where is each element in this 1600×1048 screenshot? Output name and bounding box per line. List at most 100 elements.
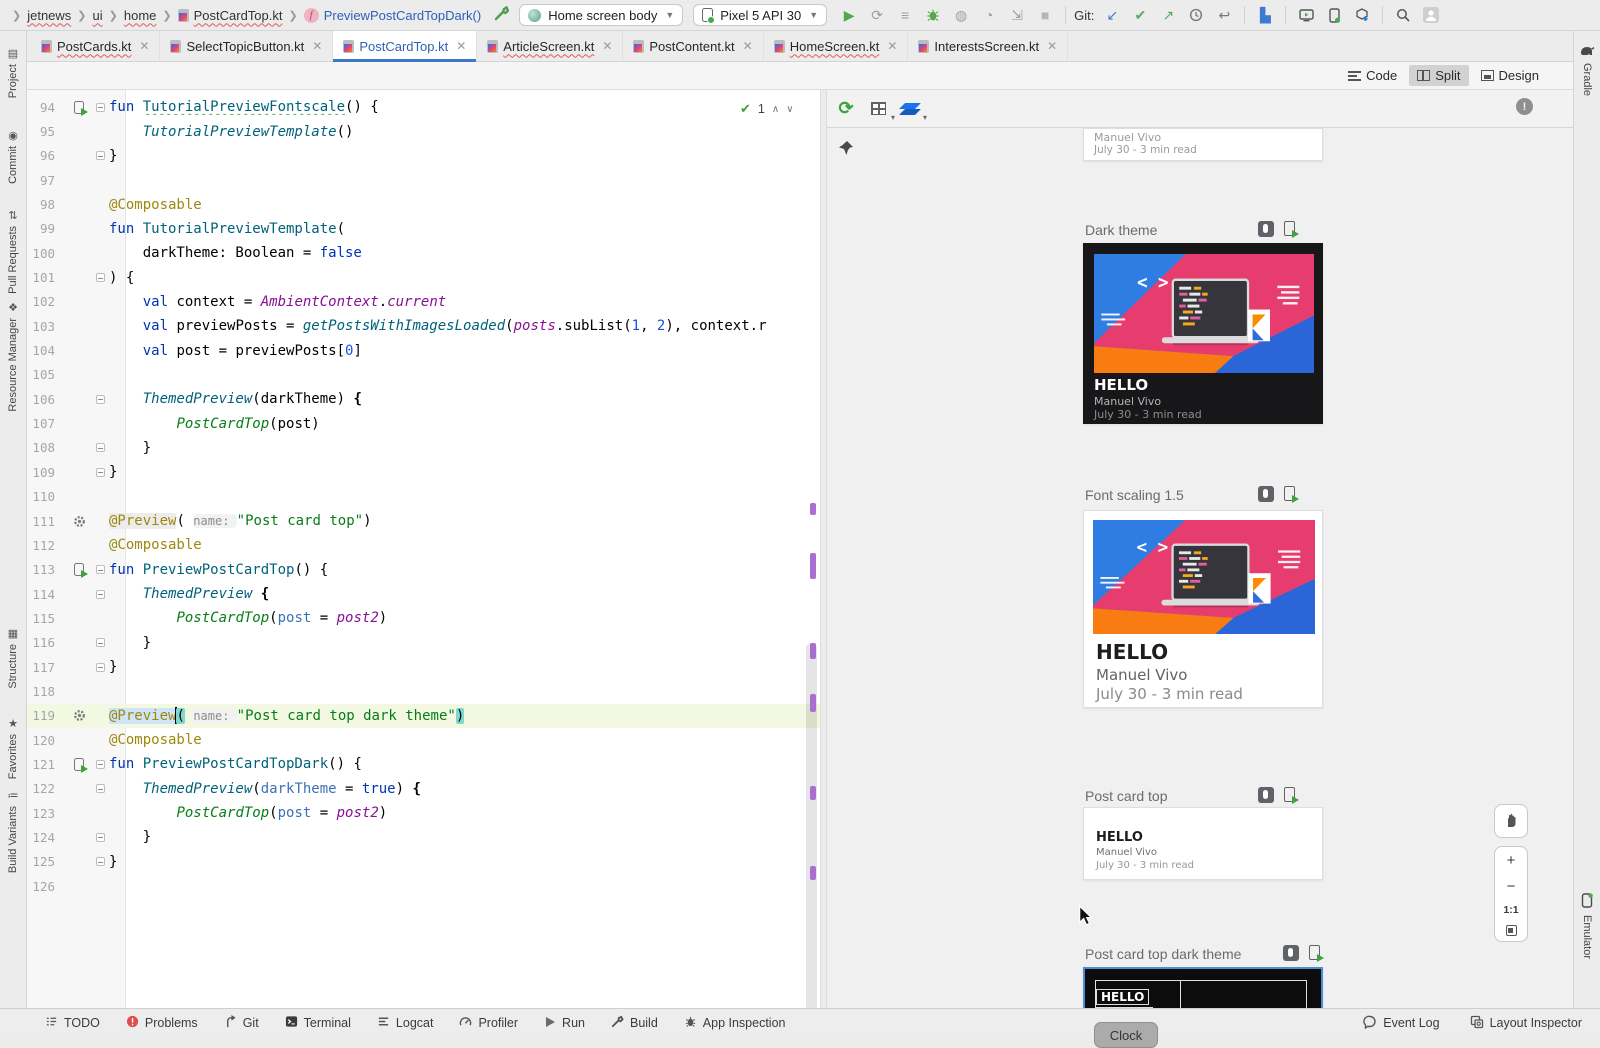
fold-marker[interactable] [96, 468, 105, 477]
close-icon[interactable]: ✕ [312, 39, 322, 53]
tab-postcardtop-kt[interactable]: PostCardTop.kt✕ [333, 31, 477, 61]
tool-window-button-build-variants[interactable]: ≔Build Variants [0, 791, 26, 873]
fold-marker[interactable] [96, 663, 105, 672]
close-icon[interactable]: ✕ [743, 39, 753, 53]
close-icon[interactable]: ✕ [456, 39, 466, 53]
status-bar-item-problems[interactable]: Problems [126, 1015, 198, 1031]
status-bar-item-todo[interactable]: TODO [45, 1015, 100, 1031]
fold-marker[interactable] [96, 857, 105, 866]
breadcrumb-item[interactable]: jetnews [27, 8, 71, 23]
compose-preview-panel[interactable]: ⟳ ! Manuel VivoJuly 30 - 3 min readDark … [827, 90, 1573, 1008]
tool-window-button-project[interactable]: ▤Project [0, 49, 26, 98]
search-everywhere-button[interactable] [1391, 4, 1415, 26]
tool-window-button-resource-manager[interactable]: ❖Resource Manager [0, 303, 26, 412]
fold-marker[interactable] [96, 638, 105, 647]
clock-button[interactable]: Clock [1094, 1022, 1158, 1048]
tool-window-button-commit[interactable]: ◉Commit [0, 131, 26, 184]
tool-window-button-favorites[interactable]: ★Favorites [0, 719, 26, 779]
attach-debugger-button[interactable]: ⇲ [1005, 4, 1029, 26]
fold-marker[interactable] [96, 443, 105, 452]
inspection-widget[interactable]: ✔ 1 ∧ ∨ [740, 101, 794, 117]
preview-issues-icon[interactable]: ! [1516, 98, 1533, 115]
fold-marker[interactable] [96, 833, 105, 842]
tool-window-button-structure[interactable]: ▦Structure [0, 629, 26, 689]
layers-icon[interactable] [899, 98, 921, 120]
fold-marker[interactable] [96, 784, 105, 793]
view-mode-design[interactable]: Design [1473, 65, 1547, 86]
preview-card-post-card-top[interactable]: HELLOManuel VivoJuly 30 - 3 min read [1083, 807, 1323, 880]
sdk-manager-button[interactable] [1350, 4, 1374, 26]
debug-button[interactable] [921, 4, 945, 26]
status-bar-item-terminal[interactable]: Terminal [285, 1015, 351, 1031]
preview-card-dark-theme[interactable]: < >HELLOManuel VivoJuly 30 - 3 min read [1083, 243, 1323, 424]
deploy-preview-icon[interactable] [1284, 221, 1295, 236]
tab-selecttopicbutton-kt[interactable]: SelectTopicButton.kt✕ [160, 31, 333, 61]
run-preview-gutter-icon[interactable] [74, 758, 84, 771]
push-button[interactable]: ↗ [1156, 4, 1180, 26]
fold-marker[interactable] [96, 103, 105, 112]
device-manager-button[interactable]: ▙ [1253, 4, 1277, 26]
fold-marker[interactable] [96, 395, 105, 404]
breadcrumb-item[interactable]: PostCardTop.kt [178, 8, 283, 23]
tab-postcontent-kt[interactable]: PostContent.kt✕ [623, 31, 763, 61]
device-dropdown[interactable]: Pixel 5 API 30 ▼ [693, 4, 827, 26]
close-icon[interactable]: ✕ [139, 39, 149, 53]
tool-window-button-emulator[interactable]: Emulator [1574, 893, 1600, 959]
status-bar-item-git[interactable]: Git [224, 1015, 259, 1031]
run-button[interactable]: ▶ [837, 4, 861, 26]
pan-tool-button[interactable] [1494, 804, 1528, 838]
apply-code-changes-button[interactable]: ≡ [893, 4, 917, 26]
update-project-button[interactable]: ↙ [1100, 4, 1124, 26]
history-button[interactable] [1184, 4, 1208, 26]
fold-marker[interactable] [96, 565, 105, 574]
preview-settings-gutter-icon[interactable] [73, 709, 86, 722]
tab-articlescreen-kt[interactable]: ArticleScreen.kt✕ [477, 31, 623, 61]
interactive-preview-icon[interactable] [1258, 486, 1274, 502]
fold-marker[interactable] [96, 590, 105, 599]
avd-manager-button[interactable] [1322, 4, 1346, 26]
deploy-preview-icon[interactable] [1309, 945, 1320, 960]
preview-card-partial[interactable]: Manuel VivoJuly 30 - 3 min read [1083, 128, 1323, 161]
grid-layout-icon[interactable] [867, 98, 889, 120]
running-devices-button[interactable] [1294, 4, 1318, 26]
next-issue-icon[interactable]: ∨ [786, 104, 793, 115]
commit-button[interactable]: ✔ [1128, 4, 1152, 26]
fold-marker[interactable] [96, 760, 105, 769]
breadcrumb[interactable]: ❯jetnews❯ui❯home❯PostCardTop.kt❯fPreview… [0, 8, 481, 23]
breadcrumb-item[interactable]: fPreviewPostCardTopDark() [304, 8, 482, 23]
profiler-button[interactable]: ◔ [977, 4, 1001, 26]
profile-avatar[interactable] [1419, 4, 1443, 26]
view-mode-split[interactable]: Split [1409, 65, 1468, 86]
pin-icon[interactable] [838, 140, 854, 161]
close-icon[interactable]: ✕ [602, 39, 612, 53]
prev-issue-icon[interactable]: ∧ [772, 104, 779, 115]
tool-window-button-gradle[interactable]: Gradle [1574, 45, 1600, 96]
tab-postcards-kt[interactable]: PostCards.kt✕ [31, 31, 160, 61]
status-bar-item-profiler[interactable]: Profiler [459, 1015, 518, 1031]
editor-preview-splitter[interactable] [820, 90, 827, 1008]
zoom-in-button[interactable]: + [1507, 852, 1516, 869]
tab-homescreen-kt[interactable]: HomeScreen.kt✕ [764, 31, 909, 61]
run-config-dropdown[interactable]: Home screen body ▼ [519, 4, 683, 26]
rollback-button[interactable]: ↩ [1212, 4, 1236, 26]
code-editor[interactable]: 94fun TutorialPreviewFontscale() {95 Tut… [27, 90, 820, 1008]
interactive-preview-icon[interactable] [1283, 945, 1299, 961]
deploy-preview-icon[interactable] [1284, 787, 1295, 802]
refresh-preview-icon[interactable]: ⟳ [835, 98, 857, 120]
status-bar-item-run[interactable]: Run [544, 1016, 585, 1031]
coverage-button[interactable]: ◍ [949, 4, 973, 26]
status-bar-item-app-inspection[interactable]: App Inspection [684, 1015, 786, 1031]
zoom-out-button[interactable]: − [1507, 878, 1516, 895]
status-bar-item-event-log[interactable]: Event Log [1363, 1015, 1439, 1032]
tool-window-button-pull-requests[interactable]: ⇅Pull Requests [0, 211, 26, 294]
interactive-preview-icon[interactable] [1258, 221, 1274, 237]
status-bar-item-build[interactable]: Build [611, 1015, 658, 1031]
fold-marker[interactable] [96, 273, 105, 282]
preview-settings-gutter-icon[interactable] [73, 515, 86, 528]
breadcrumb-item[interactable]: ui [93, 8, 103, 23]
build-wrench-icon[interactable] [493, 5, 509, 26]
fold-marker[interactable] [96, 151, 105, 160]
view-mode-code[interactable]: Code [1340, 65, 1405, 86]
status-bar-item-layout-inspector[interactable]: Layout Inspector [1470, 1015, 1582, 1032]
zoom-fit-button[interactable] [1506, 925, 1517, 936]
